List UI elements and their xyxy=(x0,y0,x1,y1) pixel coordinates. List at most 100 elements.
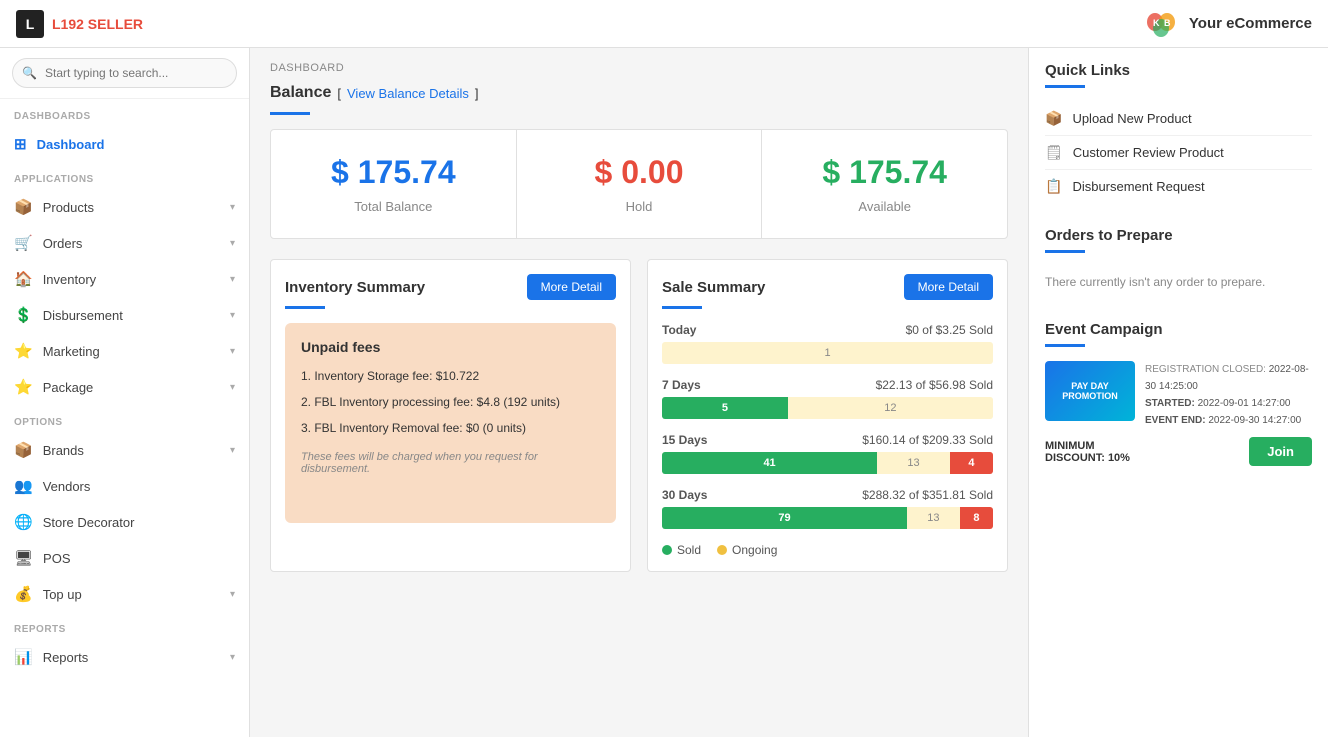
sidebar-item-disbursement[interactable]: 💲 Disbursement ▾ xyxy=(0,297,249,333)
fee-item-1: 1. Inventory Storage fee: $10.722 xyxy=(301,367,600,385)
event-details: REGISTRATION CLOSED: 2022-08-30 14:25:00… xyxy=(1145,361,1312,429)
disbursement-icon: 💲 xyxy=(14,306,33,324)
sidebar-item-label: Brands xyxy=(43,443,220,458)
sidebar-item-label: Orders xyxy=(43,236,220,251)
bar-7days-ongoing: 12 xyxy=(788,397,993,419)
sale-summary-title: Sale Summary xyxy=(662,279,765,296)
chevron-down-icon: ▾ xyxy=(230,310,235,321)
sidebar-item-dashboard[interactable]: ⊞ Dashboard xyxy=(0,126,249,162)
sale-label-today: Today xyxy=(662,323,696,337)
orders-empty-text: There currently isn't any order to prepa… xyxy=(1045,267,1312,297)
sale-value-today: $0 of $3.25 Sold xyxy=(906,323,993,337)
event-card: PAY DAY PROMOTION REGISTRATION CLOSED: 2… xyxy=(1045,361,1312,429)
bar-today-ongoing: 1 xyxy=(662,342,993,364)
quick-link-label: Customer Review Product xyxy=(1073,145,1224,160)
top-header: L L192 SELLER K B Your eCommerce xyxy=(0,0,1328,48)
quick-link-disbursement-request[interactable]: 📋 Disbursement Request xyxy=(1045,170,1312,203)
sidebar-item-label: Dashboard xyxy=(37,137,235,152)
sidebar-item-inventory[interactable]: 🏠 Inventory ▾ xyxy=(0,261,249,297)
sale-more-detail-button[interactable]: More Detail xyxy=(904,274,993,300)
package-icon: ⭐ xyxy=(14,378,33,396)
sidebar-item-store-decorator[interactable]: 🌐 Store Decorator xyxy=(0,504,249,540)
balance-cards: $ 175.74 Total Balance $ 0.00 Hold $ 175… xyxy=(270,129,1008,239)
ecommerce-label: Your eCommerce xyxy=(1189,15,1312,32)
sale-row-15days: 15 Days $160.14 of $209.33 Sold 41 13 4 xyxy=(662,433,993,474)
customer-review-icon: 🗒 xyxy=(1045,144,1063,161)
top-right: K B Your eCommerce xyxy=(1143,6,1312,42)
event-campaign-section: Event Campaign PAY DAY PROMOTION REGISTR… xyxy=(1045,321,1312,466)
svg-text:B: B xyxy=(1164,18,1171,28)
quick-link-customer-review[interactable]: 🗒 Customer Review Product xyxy=(1045,136,1312,170)
bar-15days-red: 4 xyxy=(950,452,993,474)
sale-row-30days: 30 Days $288.32 of $351.81 Sold 79 13 8 xyxy=(662,488,993,529)
sidebar-item-label: Package xyxy=(43,380,220,395)
total-balance-amount: $ 175.74 xyxy=(291,154,496,191)
event-discount: MINIMUM DISCOUNT: 10% xyxy=(1045,440,1130,464)
fee-item-2: 2. FBL Inventory processing fee: $4.8 (1… xyxy=(301,393,600,411)
sale-label-30days: 30 Days xyxy=(662,488,707,502)
sidebar-item-label: Top up xyxy=(43,587,220,602)
inventory-summary-panel: Inventory Summary More Detail Unpaid fee… xyxy=(270,259,631,572)
marketing-icon: ⭐ xyxy=(14,342,33,360)
fee-item-3: 3. FBL Inventory Removal fee: $0 (0 unit… xyxy=(301,419,600,437)
disbursement-request-icon: 📋 xyxy=(1045,178,1062,195)
started-date: 2022-09-01 14:27:00 xyxy=(1198,398,1291,409)
quick-link-upload-product[interactable]: 📦 Upload New Product xyxy=(1045,102,1312,136)
quick-link-label: Upload New Product xyxy=(1072,111,1191,126)
bar-30days-ongoing: 13 xyxy=(907,507,960,529)
brand-logo: L L192 SELLER xyxy=(16,10,143,38)
sale-row-7days: 7 Days $22.13 of $56.98 Sold 5 12 xyxy=(662,378,993,419)
sidebar: 🔍 DASHBOARDS ⊞ Dashboard APPLICATIONS 📦 … xyxy=(0,48,250,737)
sidebar-item-products[interactable]: 📦 Products ▾ xyxy=(0,189,249,225)
chevron-down-icon: ▾ xyxy=(230,445,235,456)
balance-header: Balance [ View Balance Details ] xyxy=(270,84,1008,102)
chevron-down-icon: ▾ xyxy=(230,589,235,600)
view-balance-link[interactable]: View Balance Details xyxy=(347,86,469,101)
bar-30days-sold: 79 xyxy=(662,507,907,529)
sidebar-item-orders[interactable]: 🛒 Orders ▾ xyxy=(0,225,249,261)
event-bottom: MINIMUM DISCOUNT: 10% Join xyxy=(1045,437,1312,466)
sold-dot xyxy=(662,545,672,555)
sidebar-item-label: Reports xyxy=(43,650,220,665)
right-panel: Quick Links 📦 Upload New Product 🗒 Custo… xyxy=(1028,48,1328,737)
hold-label: Hold xyxy=(537,199,742,214)
store-decorator-icon: 🌐 xyxy=(14,513,33,531)
balance-underline xyxy=(270,112,310,115)
sidebar-item-marketing[interactable]: ⭐ Marketing ▾ xyxy=(0,333,249,369)
sidebar-item-reports[interactable]: 📊 Reports ▾ xyxy=(0,639,249,675)
orders-to-prepare-section: Orders to Prepare There currently isn't … xyxy=(1045,227,1312,297)
kb-logo-icon: K B xyxy=(1143,6,1179,42)
sidebar-section-applications: APPLICATIONS xyxy=(0,162,249,189)
bar-15days-sold: 41 xyxy=(662,452,877,474)
sale-label-7days: 7 Days xyxy=(662,378,701,392)
sidebar-item-vendors[interactable]: 👥 Vendors xyxy=(0,468,249,504)
sale-label-15days: 15 Days xyxy=(662,433,707,447)
sidebar-item-label: Inventory xyxy=(43,272,220,287)
orders-underline xyxy=(1045,250,1085,253)
search-box[interactable]: 🔍 xyxy=(0,48,249,99)
sidebar-item-topup[interactable]: 💰 Top up ▾ xyxy=(0,576,249,612)
available-label: Available xyxy=(782,199,987,214)
search-input[interactable] xyxy=(12,58,237,88)
chevron-down-icon: ▾ xyxy=(230,652,235,663)
legend-sold-label: Sold xyxy=(677,543,701,557)
sidebar-item-label: Store Decorator xyxy=(43,515,235,530)
inventory-more-detail-button[interactable]: More Detail xyxy=(527,274,616,300)
chevron-down-icon: ▾ xyxy=(230,346,235,357)
join-button[interactable]: Join xyxy=(1249,437,1312,466)
sidebar-item-pos[interactable]: 🖥 POS xyxy=(0,540,249,576)
vendors-icon: 👥 xyxy=(14,477,33,495)
chevron-down-icon: ▾ xyxy=(230,238,235,249)
sidebar-item-brands[interactable]: 📦 Brands ▾ xyxy=(0,432,249,468)
unpaid-fees-box: Unpaid fees 1. Inventory Storage fee: $1… xyxy=(285,323,616,523)
brands-icon: 📦 xyxy=(14,441,33,459)
legend-sold: Sold xyxy=(662,543,701,557)
summary-wrapper: Inventory Summary More Detail Unpaid fee… xyxy=(270,259,1008,572)
sale-value-30days: $288.32 of $351.81 Sold xyxy=(862,488,993,502)
sidebar-item-label: Disbursement xyxy=(43,308,220,323)
breadcrumb: DASHBOARD xyxy=(270,62,1008,74)
hold-amount: $ 0.00 xyxy=(537,154,742,191)
svg-text:K: K xyxy=(1153,18,1160,28)
reports-icon: 📊 xyxy=(14,648,33,666)
sidebar-item-package[interactable]: ⭐ Package ▾ xyxy=(0,369,249,405)
